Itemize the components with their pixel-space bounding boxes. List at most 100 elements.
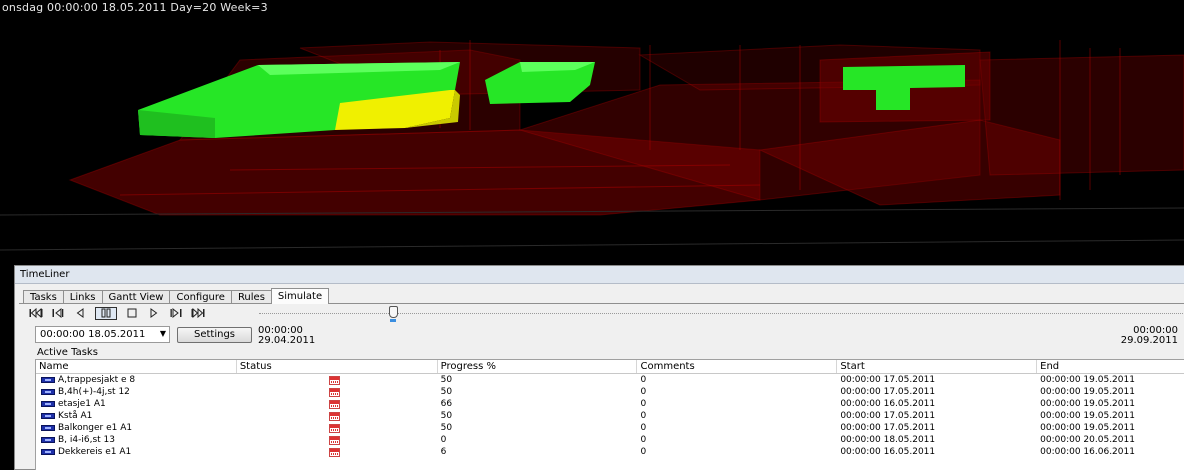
tab-rules[interactable]: Rules [230, 290, 272, 304]
task-start: 00:00:00 17.05.2011 [840, 375, 936, 385]
tab-links[interactable]: Links [62, 290, 103, 304]
status-calendar-icon [328, 448, 340, 457]
pause-icon[interactable] [95, 306, 117, 320]
play-backward-icon[interactable] [73, 308, 87, 319]
current-date-value: 00:00:00 18.05.2011 [40, 329, 146, 340]
current-date-dropdown[interactable]: 00:00:00 18.05.2011 ▼ [35, 326, 170, 343]
table-row[interactable]: Kstå A1 50 0 00:00:00 17.05.2011 00:00:0… [36, 410, 1184, 422]
task-comments: 0 [640, 447, 647, 457]
settings-button[interactable]: Settings [177, 327, 252, 343]
rewind-to-start-icon[interactable] [29, 308, 43, 319]
task-icon [41, 389, 55, 395]
stop-icon[interactable] [125, 308, 139, 319]
status-calendar-icon [328, 400, 340, 409]
column-header-comments[interactable]: Comments [637, 360, 838, 373]
table-row[interactable]: B,4h(+)-4j,st 12 50 0 00:00:00 17.05.201… [36, 386, 1184, 398]
status-calendar-icon [328, 388, 340, 397]
tab-tasks[interactable]: Tasks [23, 290, 64, 304]
task-icon [41, 413, 55, 419]
task-comments: 0 [640, 375, 647, 385]
task-name-cell: Balkonger e1 A1 [36, 422, 237, 434]
task-name-cell: B, i4-i6,st 13 [36, 434, 237, 446]
building-model-render [0, 40, 1184, 251]
task-progress: 50 [440, 375, 453, 385]
task-name: A,trappesjakt e 8 [58, 375, 136, 385]
task-name: Dekkereis e1 A1 [58, 447, 132, 457]
play-forward-icon[interactable] [147, 308, 161, 319]
task-end: 00:00:00 16.06.2011 [1040, 447, 1135, 457]
table-row[interactable]: etasje1 A1 66 0 00:00:00 16.05.2011 00:0… [36, 398, 1184, 410]
task-comments: 0 [640, 435, 647, 445]
task-start: 00:00:00 17.05.2011 [840, 423, 936, 433]
status-calendar-icon [328, 436, 340, 445]
task-status-cell [237, 374, 438, 386]
task-name-cell: B,4h(+)-4j,st 12 [36, 386, 237, 398]
timeliner-panel: TimeLiner Tasks Links Gantt View Configu… [14, 265, 1184, 470]
task-icon [41, 377, 55, 383]
task-comments: 0 [640, 411, 647, 421]
task-name: B, i4-i6,st 13 [58, 435, 115, 445]
table-row[interactable]: A,trappesjakt e 8 50 0 00:00:00 17.05.20… [36, 374, 1184, 386]
slider-thumb[interactable] [389, 306, 398, 318]
task-comments: 0 [640, 423, 647, 433]
task-start: 00:00:00 17.05.2011 [840, 387, 936, 397]
active-tasks-label: Active Tasks [37, 347, 98, 358]
task-progress: 50 [440, 423, 453, 433]
task-progress: 66 [440, 399, 453, 409]
simulation-status-text: onsdag 00:00:00 18.05.2011 Day=20 Week=3 [2, 1, 268, 14]
task-name: B,4h(+)-4j,st 12 [58, 387, 130, 397]
task-name-cell: A,trappesjakt e 8 [36, 374, 237, 386]
task-end: 00:00:00 19.05.2011 [1040, 423, 1135, 433]
task-end: 00:00:00 19.05.2011 [1040, 411, 1135, 421]
column-header-name[interactable]: Name [36, 360, 237, 373]
timeline-slider[interactable] [259, 306, 1184, 324]
task-end: 00:00:00 19.05.2011 [1040, 399, 1135, 409]
forward-to-end-icon[interactable] [191, 308, 205, 319]
task-start: 00:00:00 16.05.2011 [840, 399, 936, 409]
task-name: etasje1 A1 [58, 399, 106, 409]
task-start: 00:00:00 17.05.2011 [840, 411, 936, 421]
range-start: 00:00:00 29.04.2011 [258, 326, 315, 346]
slider-current-marker [390, 319, 396, 322]
tab-divider [19, 303, 1184, 304]
active-tasks-table: Name Status Progress % Comments Start En… [35, 359, 1184, 470]
status-calendar-icon [328, 376, 340, 385]
column-header-start[interactable]: Start [837, 360, 1038, 373]
task-start: 00:00:00 18.05.2011 [840, 435, 936, 445]
task-end: 00:00:00 19.05.2011 [1040, 387, 1135, 397]
playback-controls [29, 306, 205, 320]
task-progress: 6 [440, 447, 447, 457]
tab-gantt-view[interactable]: Gantt View [101, 290, 171, 304]
step-forward-icon[interactable] [169, 308, 183, 319]
task-name: Kstå A1 [58, 411, 93, 421]
task-name-cell: Kstå A1 [36, 410, 237, 422]
step-back-icon[interactable] [51, 308, 65, 319]
range-end-date: 29.09.2011 [1120, 335, 1178, 346]
task-end: 00:00:00 20.05.2011 [1040, 435, 1135, 445]
table-row[interactable]: Balkonger e1 A1 50 0 00:00:00 17.05.2011… [36, 422, 1184, 434]
column-header-status[interactable]: Status [237, 360, 438, 373]
task-comments: 0 [640, 387, 647, 397]
chevron-down-icon: ▼ [159, 329, 166, 338]
column-header-end[interactable]: End [1037, 360, 1184, 373]
task-status-cell [237, 386, 438, 398]
task-icon [41, 425, 55, 431]
task-icon [41, 401, 55, 407]
task-status-cell [237, 410, 438, 422]
task-name-cell: etasje1 A1 [36, 398, 237, 410]
table-row[interactable]: Dekkereis e1 A1 6 0 00:00:00 16.05.2011 … [36, 446, 1184, 458]
table-row[interactable]: B, i4-i6,st 13 0 0 00:00:00 18.05.2011 0… [36, 434, 1184, 446]
tab-simulate[interactable]: Simulate [270, 288, 330, 304]
task-status-cell [237, 434, 438, 446]
column-header-progress[interactable]: Progress % [438, 360, 638, 373]
task-name-cell: Dekkereis e1 A1 [36, 446, 237, 458]
status-calendar-icon [328, 412, 340, 421]
range-start-date: 29.04.2011 [258, 335, 316, 346]
task-status-cell [237, 422, 438, 434]
task-progress: 50 [440, 411, 453, 421]
task-progress: 0 [440, 435, 447, 445]
tab-configure[interactable]: Configure [169, 290, 232, 304]
task-name: Balkonger e1 A1 [58, 423, 133, 433]
3d-viewport[interactable]: onsdag 00:00:00 18.05.2011 Day=20 Week=3 [0, 0, 1184, 265]
range-end: 00:00:00 29.09.2011 [1121, 326, 1178, 346]
